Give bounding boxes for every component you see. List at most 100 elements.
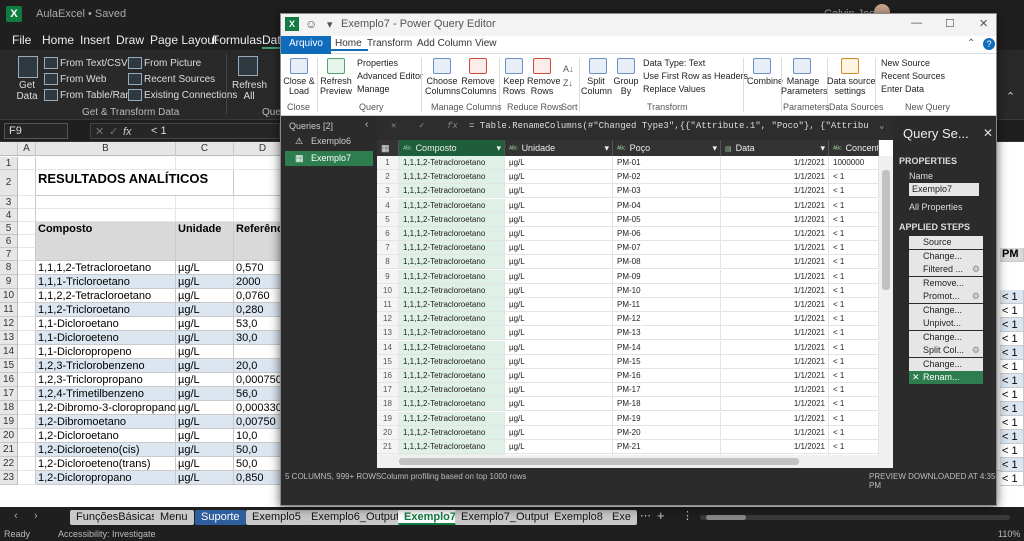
table-cell[interactable]: 1/1/2021 [721, 354, 829, 369]
cell-b9[interactable]: 1,1,1-Tricloroetano [36, 275, 176, 289]
applied-step[interactable]: Change... [909, 330, 983, 344]
row-header[interactable]: 5 [0, 222, 18, 235]
table-cell[interactable]: 1,1,1,2-Tetracloroetano [399, 397, 505, 412]
table-cell[interactable]: 1/1/2021 [721, 283, 829, 298]
gear-icon[interactable]: ⚙ [972, 263, 980, 276]
query-item-exemplo7[interactable]: ▦ Exemplo7 [285, 151, 373, 166]
tab-home[interactable]: Home [329, 38, 368, 51]
applied-step[interactable]: Remove... [909, 276, 983, 290]
table-cell[interactable]: µg/L [505, 198, 613, 213]
table-cell[interactable]: 1,1,1,2-Tetracloroetano [399, 156, 505, 170]
use-first-row-button[interactable]: Use First Row as Headers [643, 71, 748, 81]
column-header-2[interactable]: ᴬᴮᶜ Unidade ▾ [505, 140, 613, 156]
table-cell[interactable]: < 1 [829, 312, 879, 327]
row-header[interactable]: 17 [0, 387, 18, 401]
table-cell[interactable]: PM-11 [613, 298, 721, 312]
sheet-tab-suporte[interactable]: Suporte [195, 510, 246, 525]
right-column-cell[interactable]: < 1 [1000, 290, 1024, 304]
group-by-button[interactable]: Group By [613, 76, 639, 96]
table-cell[interactable]: µg/L [505, 425, 613, 440]
existing-connections-button[interactable]: Existing Connections [144, 90, 237, 101]
table-cell[interactable]: PM-13 [613, 326, 721, 341]
cell-c3[interactable] [176, 196, 234, 209]
cell-a10[interactable] [18, 289, 36, 303]
row-header[interactable]: 16 [0, 373, 18, 387]
cell-c15[interactable]: µg/L [176, 359, 234, 373]
table-cell[interactable]: 1,1,1,2-Tetracloroetano [399, 184, 505, 199]
cell-c16[interactable]: µg/L [176, 373, 234, 387]
choose-columns-button[interactable]: Choose Columns [425, 76, 461, 96]
right-column-cell[interactable]: < 1 [1000, 416, 1024, 430]
column-header-3[interactable]: ᴬᴮᶜ Poço ▾ [613, 140, 721, 156]
cell-a5[interactable] [18, 222, 36, 235]
table-cell[interactable]: µg/L [505, 170, 613, 185]
table-cell[interactable]: < 1 [829, 227, 879, 241]
row-header[interactable]: 4 [0, 209, 18, 222]
manage-parameters-button[interactable]: Manage Parameters [781, 76, 828, 96]
from-web-button[interactable]: From Web [60, 74, 107, 85]
menu-draw[interactable]: Draw [116, 33, 144, 47]
table-cell[interactable]: PM-14 [613, 340, 721, 355]
cell-a17[interactable] [18, 387, 36, 401]
advanced-editor-button[interactable]: Advanced Editor [357, 71, 423, 81]
column-header-1[interactable]: ᴬᴮᶜ Composto ▾ [399, 140, 505, 156]
pq-data-preview[interactable]: ▦ ᴬᴮᶜ Composto ▾ ᴬᴮᶜ Unidade ▾ ᴬᴮᶜ Poço ▾ ▤ Data ▾ ᴬᴮ… [377, 140, 879, 455]
table-cell[interactable]: PM-05 [613, 212, 721, 227]
next-sheet-icon[interactable]: › [34, 510, 38, 522]
table-cell[interactable]: 1,1,1,2-Tetracloroetano [399, 212, 505, 227]
text-type-icon[interactable]: ᴬᴮᶜ [403, 146, 412, 153]
sheet-tab-exe[interactable]: Exe [606, 510, 637, 525]
menu-page-layout[interactable]: Page Layout [150, 33, 217, 47]
combine-button[interactable]: Combine [747, 76, 783, 86]
table-cell[interactable]: 1,1,1,2-Tetracloroetano [399, 383, 505, 398]
confirm-icon[interactable]: ✓ [419, 121, 424, 131]
ribbon-collapse-icon[interactable]: ⌃ [967, 38, 975, 49]
row-header[interactable]: 8 [0, 261, 18, 275]
cell-c20[interactable]: µg/L [176, 429, 234, 443]
row-header[interactable]: 21 [0, 443, 18, 457]
collapse-queries-icon[interactable]: ‹ [365, 119, 368, 130]
cell-a23[interactable] [18, 471, 36, 485]
table-cell[interactable]: 1,1,1,2-Tetracloroetano [399, 326, 505, 341]
smiley-icon[interactable]: ☺ [305, 17, 317, 31]
row-header[interactable]: 22 [0, 457, 18, 471]
table-cell[interactable]: < 1 [829, 354, 879, 369]
vertical-scrollbar[interactable] [879, 156, 893, 456]
row-header[interactable]: 19 [0, 415, 18, 429]
cell-c11[interactable]: µg/L [176, 303, 234, 317]
cell-b8[interactable]: 1,1,1,2-Tetracloroetano [36, 261, 176, 275]
zoom-level[interactable]: 110% [998, 529, 1020, 539]
right-column-cell[interactable]: < 1 [1000, 444, 1024, 458]
table-cell[interactable]: 1/1/2021 [721, 241, 829, 256]
cell-b22[interactable]: 1,2-Dicloroeteno(trans) [36, 457, 176, 471]
minimize-icon[interactable]: — [911, 17, 922, 29]
column-header-4[interactable]: ▤ Data ▾ [721, 140, 829, 156]
cell-a7[interactable] [18, 248, 36, 261]
cell-c8[interactable]: µg/L [176, 261, 234, 275]
table-cell[interactable]: µg/L [505, 212, 613, 227]
row-header[interactable]: 9 [0, 275, 18, 289]
properties-button[interactable]: Properties [357, 58, 398, 68]
remove-columns-button[interactable]: Remove Columns [461, 76, 497, 96]
table-cell[interactable]: 1/1/2021 [721, 156, 829, 170]
sort-asc-icon[interactable]: A↓ [563, 64, 574, 74]
table-cell[interactable]: 1,1,1,2-Tetracloroetano [399, 340, 505, 355]
applied-step[interactable]: ✕ Renam... [909, 371, 983, 384]
right-column-cell[interactable]: < 1 [1000, 402, 1024, 416]
table-cell[interactable]: µg/L [505, 354, 613, 369]
table-cell[interactable]: 1,1,1,2-Tetracloroetano [399, 241, 505, 256]
ribbon-collapse-icon[interactable]: ⌃ [1006, 90, 1015, 103]
cell-b18[interactable]: 1,2-Dibromo-3-cloropropano [36, 401, 176, 415]
cell-a14[interactable] [18, 345, 36, 359]
tab-arquivo[interactable]: Arquivo [281, 36, 331, 54]
table-cell[interactable]: < 1 [829, 170, 879, 185]
cell-b16[interactable]: 1,2,3-Tricloropropano [36, 373, 176, 387]
table-cell[interactable]: 1,1,1,2-Tetracloroetano [399, 369, 505, 383]
cell-c9[interactable]: µg/L [176, 275, 234, 289]
sheet-tab-exemplo7[interactable]: Exemplo7 [398, 510, 462, 525]
table-cell[interactable]: < 1 [829, 369, 879, 383]
table-cell[interactable]: µg/L [505, 440, 613, 454]
table-cell[interactable]: 1000000 [829, 156, 879, 170]
cell-a16[interactable] [18, 373, 36, 387]
sheet-tab-menu[interactable]: Menu [154, 510, 194, 525]
